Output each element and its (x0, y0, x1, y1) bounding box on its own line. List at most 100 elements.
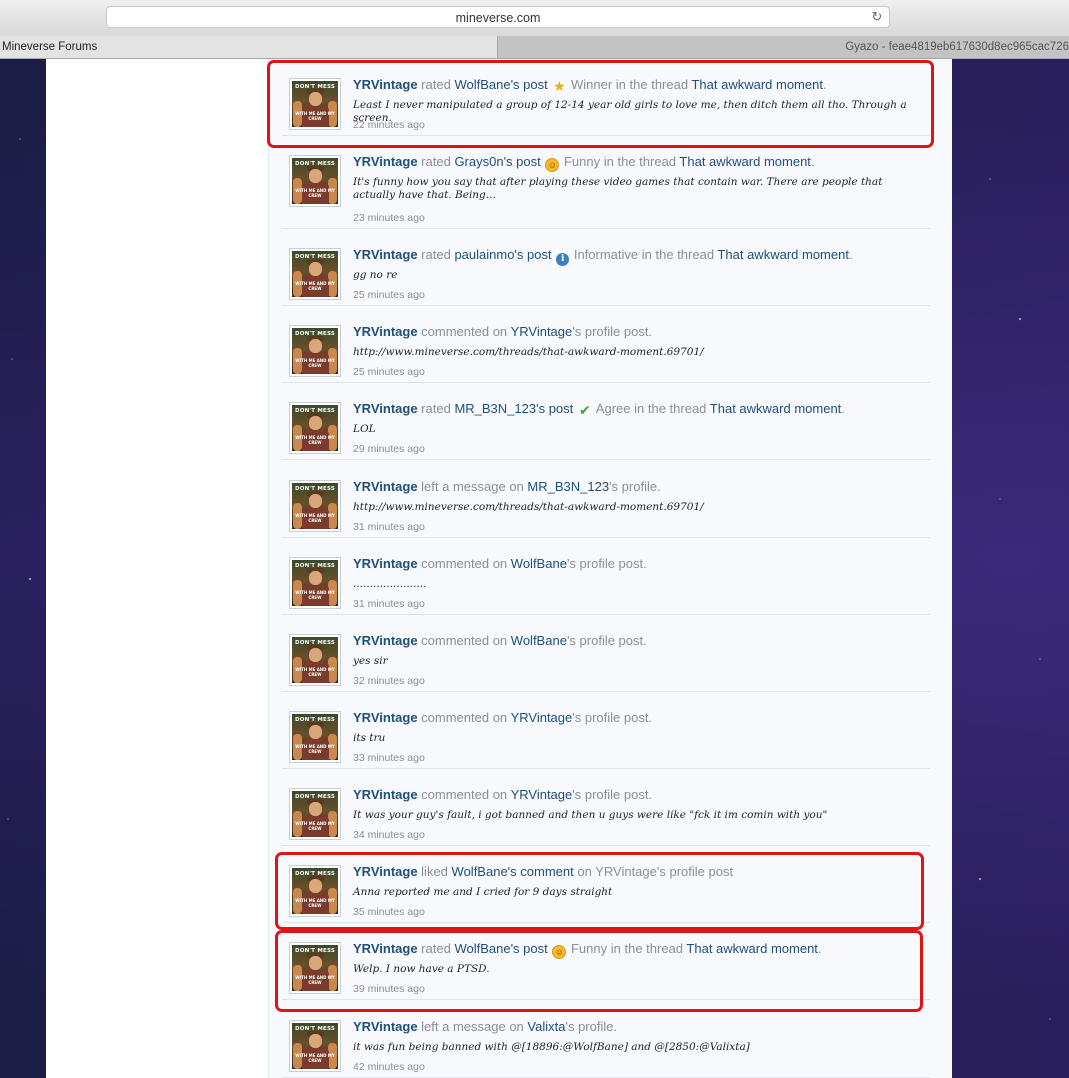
target-link[interactable]: WolfBane's post (454, 941, 547, 956)
avatar-top-text: DON'T MESS (294, 871, 336, 877)
avatar-image: DON'T MESS WITH ME AND MY CREW (292, 81, 338, 127)
feed-item: DON'T MESS WITH ME AND MY CREW YRVintage c… (282, 769, 930, 846)
activity-snippet: http://www.mineverse.com/threads/that-aw… (353, 501, 704, 513)
feed-item: DON'T MESS WITH ME AND MY CREW YRVintage l… (282, 461, 930, 538)
feed-item: DON'T MESS WITH ME AND MY CREW YRVintage c… (282, 692, 930, 769)
activity-time: 35 minutes ago (353, 906, 425, 918)
activity-line: YRVintage commented on WolfBane's profil… (353, 633, 928, 648)
actor-link[interactable]: YRVintage (353, 633, 418, 648)
actor-link[interactable]: YRVintage (353, 710, 418, 725)
target-link[interactable]: Grays0n's post (454, 154, 540, 169)
avatar-image: DON'T MESS WITH ME AND MY CREW (292, 405, 338, 451)
activity-time: 39 minutes ago (353, 983, 425, 995)
avatar[interactable]: DON'T MESS WITH ME AND MY CREW (289, 78, 341, 130)
avatar-top-text: DON'T MESS (294, 486, 336, 492)
activity-context: 's profile. (565, 1019, 618, 1034)
activity-time: 25 minutes ago (353, 366, 425, 378)
actor-link[interactable]: YRVintage (353, 556, 418, 571)
avatar[interactable]: DON'T MESS WITH ME AND MY CREW (289, 634, 341, 686)
avatar-bottom-text: WITH ME AND MY CREW (295, 188, 335, 198)
avatar-image: DON'T MESS WITH ME AND MY CREW (292, 714, 338, 760)
avatar[interactable]: DON'T MESS WITH ME AND MY CREW (289, 711, 341, 763)
target-link[interactable]: YRVintage (511, 787, 573, 802)
avatar-bottom-text: WITH ME AND MY CREW (295, 435, 335, 445)
actor-link[interactable]: YRVintage (353, 154, 418, 169)
avatar[interactable]: DON'T MESS WITH ME AND MY CREW (289, 155, 341, 207)
activity-context: 's profile. (609, 479, 661, 494)
actor-link[interactable]: YRVintage (353, 941, 418, 956)
activity-line: YRVintage commented on YRVintage's profi… (353, 324, 928, 339)
sentence-end: . (841, 401, 845, 416)
feed-item: DON'T MESS WITH ME AND MY CREW YRVintage r… (282, 136, 930, 229)
avatar-top-text: DON'T MESS (294, 331, 336, 337)
actor-link[interactable]: YRVintage (353, 401, 418, 416)
activity-snippet: http://www.mineverse.com/threads/that-aw… (353, 346, 704, 358)
smile-icon: ☺ (545, 158, 560, 172)
feed-item: DON'T MESS WITH ME AND MY CREW YRVintage c… (282, 615, 930, 692)
target-link[interactable]: MR_B3N_123 (527, 479, 609, 494)
activity-time: 29 minutes ago (353, 443, 425, 455)
avatar-image: DON'T MESS WITH ME AND MY CREW (292, 483, 338, 529)
thread-link[interactable]: That awkward moment (686, 941, 818, 956)
avatar[interactable]: DON'T MESS WITH ME AND MY CREW (289, 402, 341, 454)
avatar-top-text: DON'T MESS (294, 794, 336, 800)
activity-verb: commented on (421, 710, 508, 725)
target-link[interactable]: MR_B3N_123's post (454, 401, 573, 416)
tab-mineverse-forums[interactable]: Mineverse Forums (0, 36, 498, 58)
actor-link[interactable]: YRVintage (353, 77, 418, 92)
thread-link[interactable]: That awkward moment (710, 401, 842, 416)
activity-context: in the thread (641, 247, 715, 262)
thread-link[interactable]: That awkward moment (679, 154, 811, 169)
avatar-image: DON'T MESS WITH ME AND MY CREW (292, 1023, 338, 1069)
activity-line: YRVintage liked WolfBane's comment on YR… (353, 864, 928, 879)
tab-gyazo[interactable]: Gyazo - feae4819eb617630d8ec965cac726 (499, 36, 1069, 58)
target-link[interactable]: WolfBane (511, 633, 567, 648)
actor-link[interactable]: YRVintage (353, 1019, 418, 1034)
activity-snippet: ...................... (353, 578, 427, 590)
avatar-bottom-text: WITH ME AND MY CREW (295, 1053, 335, 1063)
tab-bar: Mineverse Forums Gyazo - feae4819eb61763… (0, 36, 1069, 59)
actor-link[interactable]: YRVintage (353, 324, 418, 339)
avatar[interactable]: DON'T MESS WITH ME AND MY CREW (289, 557, 341, 609)
avatar[interactable]: DON'T MESS WITH ME AND MY CREW (289, 865, 341, 917)
address-bar[interactable]: mineverse.com ↻ (106, 6, 890, 28)
avatar[interactable]: DON'T MESS WITH ME AND MY CREW (289, 942, 341, 994)
target-link[interactable]: WolfBane (511, 556, 567, 571)
thread-link[interactable]: That awkward moment (691, 77, 823, 92)
avatar[interactable]: DON'T MESS WITH ME AND MY CREW (289, 325, 341, 377)
avatar-bottom-text: WITH ME AND MY CREW (295, 821, 335, 831)
rating-name: Agree (595, 401, 631, 416)
reload-icon[interactable]: ↻ (869, 9, 885, 25)
target-link[interactable]: paulainmo's post (454, 247, 551, 262)
target-link[interactable]: WolfBane's comment (452, 864, 574, 879)
activity-verb: left a message on (421, 479, 524, 494)
activity-snippet: LOL (353, 423, 376, 435)
avatar[interactable]: DON'T MESS WITH ME AND MY CREW (289, 1020, 341, 1072)
actor-link[interactable]: YRVintage (353, 479, 418, 494)
activity-line: YRVintage left a message on Valixta's pr… (353, 1019, 928, 1034)
feed-item: DON'T MESS WITH ME AND MY CREW YRVintage r… (282, 229, 930, 306)
target-link[interactable]: WolfBane's post (454, 77, 547, 92)
target-link[interactable]: Valixta (527, 1019, 565, 1034)
actor-link[interactable]: YRVintage (353, 787, 418, 802)
activity-verb: left a message on (421, 1019, 524, 1034)
avatar[interactable]: DON'T MESS WITH ME AND MY CREW (289, 788, 341, 840)
thread-link[interactable]: That awkward moment (717, 247, 849, 262)
sentence-end: . (810, 154, 815, 169)
avatar-bottom-text: WITH ME AND MY CREW (295, 513, 335, 523)
activity-time: 31 minutes ago (353, 598, 425, 610)
avatar-image: DON'T MESS WITH ME AND MY CREW (292, 560, 338, 606)
activity-time: 23 minutes ago (353, 212, 425, 224)
avatar-bottom-text: WITH ME AND MY CREW (295, 281, 335, 291)
avatar[interactable]: DON'T MESS WITH ME AND MY CREW (289, 480, 341, 532)
activity-verb: rated (421, 77, 451, 92)
actor-link[interactable]: YRVintage (353, 864, 418, 879)
target-link[interactable]: YRVintage (511, 324, 573, 339)
info-icon: i (556, 253, 570, 266)
activity-verb: commented on (421, 324, 508, 339)
target-link[interactable]: YRVintage (511, 710, 573, 725)
avatar[interactable]: DON'T MESS WITH ME AND MY CREW (289, 248, 341, 300)
actor-link[interactable]: YRVintage (353, 247, 418, 262)
activity-verb: rated (421, 941, 451, 956)
avatar-bottom-text: WITH ME AND MY CREW (295, 667, 335, 677)
